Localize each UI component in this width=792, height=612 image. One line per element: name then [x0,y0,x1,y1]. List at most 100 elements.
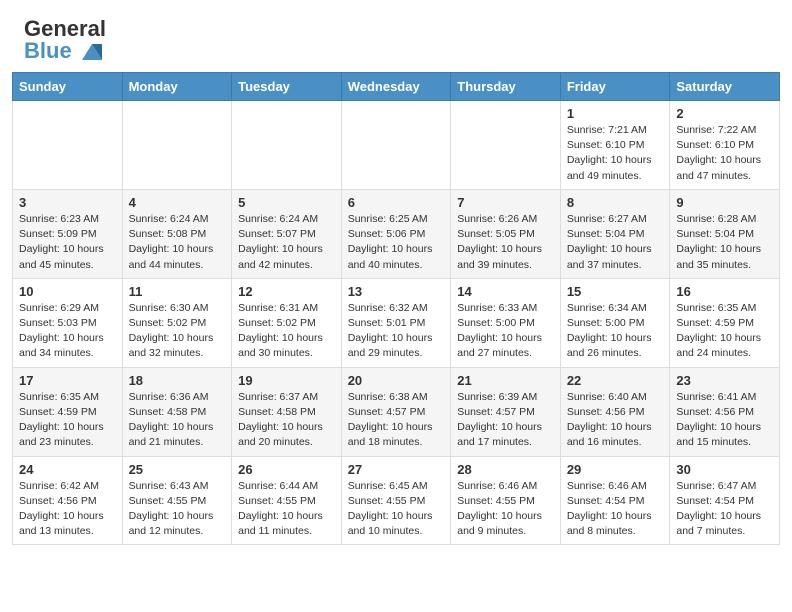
day-info: Sunrise: 6:24 AM Sunset: 5:07 PM Dayligh… [238,212,335,273]
calendar-table: SundayMondayTuesdayWednesdayThursdayFrid… [12,72,780,545]
day-number: 7 [457,195,554,210]
calendar-cell: 1 Sunrise: 7:21 AM Sunset: 6:10 PM Daylig… [560,101,670,190]
day-number: 20 [348,373,445,388]
calendar-cell: 22Sunrise: 6:40 AM Sunset: 4:56 PM Dayli… [560,367,670,456]
calendar-cell: 26 Sunrise: 6:44 AM Sunset: 4:55 PM Dayli… [232,456,342,545]
day-number: 15 [567,284,664,299]
day-info: Sunrise: 6:27 AM Sunset: 5:04 PM Dayligh… [567,212,664,273]
calendar-cell: 23 Sunrise: 6:41 AM Sunset: 4:56 PM Dayli… [670,367,780,456]
day-number: 2 [676,106,773,121]
calendar-cell: 21 Sunrise: 6:39 AM Sunset: 4:57 PM Dayli… [451,367,561,456]
calendar-cell: 17 Sunrise: 6:35 AM Sunset: 4:59 PM Dayli… [13,367,123,456]
day-info: Sunrise: 6:41 AM Sunset: 4:56 PM Dayligh… [676,390,773,451]
logo: General Blue [24,18,106,62]
calendar-week-1: 3Sunrise: 6:23 AM Sunset: 5:09 PM Daylig… [13,189,780,278]
day-header-thursday: Thursday [451,73,561,101]
day-number: 29 [567,462,664,477]
logo-general: General [24,18,106,40]
day-info: Sunrise: 6:42 AM Sunset: 4:56 PM Dayligh… [19,479,116,540]
day-number: 23 [676,373,773,388]
calendar-cell: 6 Sunrise: 6:25 AM Sunset: 5:06 PM Daylig… [341,189,451,278]
day-header-wednesday: Wednesday [341,73,451,101]
day-info: Sunrise: 6:30 AM Sunset: 5:02 PM Dayligh… [129,301,226,362]
day-info: Sunrise: 6:25 AM Sunset: 5:06 PM Dayligh… [348,212,445,273]
calendar-week-4: 24 Sunrise: 6:42 AM Sunset: 4:56 PM Dayli… [13,456,780,545]
calendar-cell [122,101,232,190]
calendar-week-2: 10Sunrise: 6:29 AM Sunset: 5:03 PM Dayli… [13,278,780,367]
logo-blue: Blue [24,40,72,62]
calendar-cell [13,101,123,190]
day-header-saturday: Saturday [670,73,780,101]
calendar-cell: 5 Sunrise: 6:24 AM Sunset: 5:07 PM Daylig… [232,189,342,278]
day-info: Sunrise: 6:43 AM Sunset: 4:55 PM Dayligh… [129,479,226,540]
day-info: Sunrise: 6:40 AM Sunset: 4:56 PM Dayligh… [567,390,664,451]
day-number: 12 [238,284,335,299]
day-info: Sunrise: 6:32 AM Sunset: 5:01 PM Dayligh… [348,301,445,362]
day-number: 4 [129,195,226,210]
day-info: Sunrise: 6:46 AM Sunset: 4:54 PM Dayligh… [567,479,664,540]
day-number: 30 [676,462,773,477]
calendar-cell [451,101,561,190]
day-header-monday: Monday [122,73,232,101]
day-number: 24 [19,462,116,477]
calendar-cell: 30Sunrise: 6:47 AM Sunset: 4:54 PM Dayli… [670,456,780,545]
calendar-cell [232,101,342,190]
calendar-cell: 13 Sunrise: 6:32 AM Sunset: 5:01 PM Dayli… [341,278,451,367]
calendar-cell: 3Sunrise: 6:23 AM Sunset: 5:09 PM Daylig… [13,189,123,278]
day-number: 10 [19,284,116,299]
day-number: 27 [348,462,445,477]
day-number: 6 [348,195,445,210]
day-number: 14 [457,284,554,299]
calendar-cell: 25 Sunrise: 6:43 AM Sunset: 4:55 PM Dayli… [122,456,232,545]
day-info: Sunrise: 6:31 AM Sunset: 5:02 PM Dayligh… [238,301,335,362]
day-info: Sunrise: 6:44 AM Sunset: 4:55 PM Dayligh… [238,479,335,540]
day-info: Sunrise: 6:36 AM Sunset: 4:58 PM Dayligh… [129,390,226,451]
calendar-cell: 20 Sunrise: 6:38 AM Sunset: 4:57 PM Dayli… [341,367,451,456]
day-info: Sunrise: 6:34 AM Sunset: 5:00 PM Dayligh… [567,301,664,362]
day-info: Sunrise: 7:21 AM Sunset: 6:10 PM Dayligh… [567,123,664,184]
day-info: Sunrise: 6:45 AM Sunset: 4:55 PM Dayligh… [348,479,445,540]
day-info: Sunrise: 6:35 AM Sunset: 4:59 PM Dayligh… [676,301,773,362]
day-number: 13 [348,284,445,299]
day-number: 8 [567,195,664,210]
day-info: Sunrise: 6:33 AM Sunset: 5:00 PM Dayligh… [457,301,554,362]
day-number: 28 [457,462,554,477]
calendar-cell: 12 Sunrise: 6:31 AM Sunset: 5:02 PM Dayli… [232,278,342,367]
calendar-cell: 4 Sunrise: 6:24 AM Sunset: 5:08 PM Daylig… [122,189,232,278]
day-number: 3 [19,195,116,210]
day-number: 1 [567,106,664,121]
day-header-sunday: Sunday [13,73,123,101]
day-info: Sunrise: 6:35 AM Sunset: 4:59 PM Dayligh… [19,390,116,451]
day-info: Sunrise: 6:37 AM Sunset: 4:58 PM Dayligh… [238,390,335,451]
page-header: General Blue [0,0,792,72]
day-info: Sunrise: 6:24 AM Sunset: 5:08 PM Dayligh… [129,212,226,273]
calendar-cell: 24 Sunrise: 6:42 AM Sunset: 4:56 PM Dayli… [13,456,123,545]
calendar-header-row: SundayMondayTuesdayWednesdayThursdayFrid… [13,73,780,101]
calendar-cell: 19 Sunrise: 6:37 AM Sunset: 4:58 PM Dayli… [232,367,342,456]
calendar-cell: 14 Sunrise: 6:33 AM Sunset: 5:00 PM Dayli… [451,278,561,367]
day-number: 26 [238,462,335,477]
day-info: Sunrise: 6:39 AM Sunset: 4:57 PM Dayligh… [457,390,554,451]
day-info: Sunrise: 6:28 AM Sunset: 5:04 PM Dayligh… [676,212,773,273]
day-number: 5 [238,195,335,210]
calendar-cell: 10Sunrise: 6:29 AM Sunset: 5:03 PM Dayli… [13,278,123,367]
day-info: Sunrise: 7:22 AM Sunset: 6:10 PM Dayligh… [676,123,773,184]
day-number: 21 [457,373,554,388]
calendar-cell: 18Sunrise: 6:36 AM Sunset: 4:58 PM Dayli… [122,367,232,456]
calendar-cell: 7Sunrise: 6:26 AM Sunset: 5:05 PM Daylig… [451,189,561,278]
day-number: 19 [238,373,335,388]
calendar-cell [341,101,451,190]
calendar-cell: 9Sunrise: 6:28 AM Sunset: 5:04 PM Daylig… [670,189,780,278]
calendar-week-3: 17 Sunrise: 6:35 AM Sunset: 4:59 PM Dayli… [13,367,780,456]
calendar-cell: 8 Sunrise: 6:27 AM Sunset: 5:04 PM Daylig… [560,189,670,278]
day-info: Sunrise: 6:38 AM Sunset: 4:57 PM Dayligh… [348,390,445,451]
day-number: 25 [129,462,226,477]
day-number: 17 [19,373,116,388]
calendar-cell: 2 Sunrise: 7:22 AM Sunset: 6:10 PM Daylig… [670,101,780,190]
logo-icon [74,40,106,62]
calendar-cell: 28Sunrise: 6:46 AM Sunset: 4:55 PM Dayli… [451,456,561,545]
day-number: 11 [129,284,226,299]
day-header-friday: Friday [560,73,670,101]
day-number: 16 [676,284,773,299]
calendar-container: SundayMondayTuesdayWednesdayThursdayFrid… [0,72,792,557]
